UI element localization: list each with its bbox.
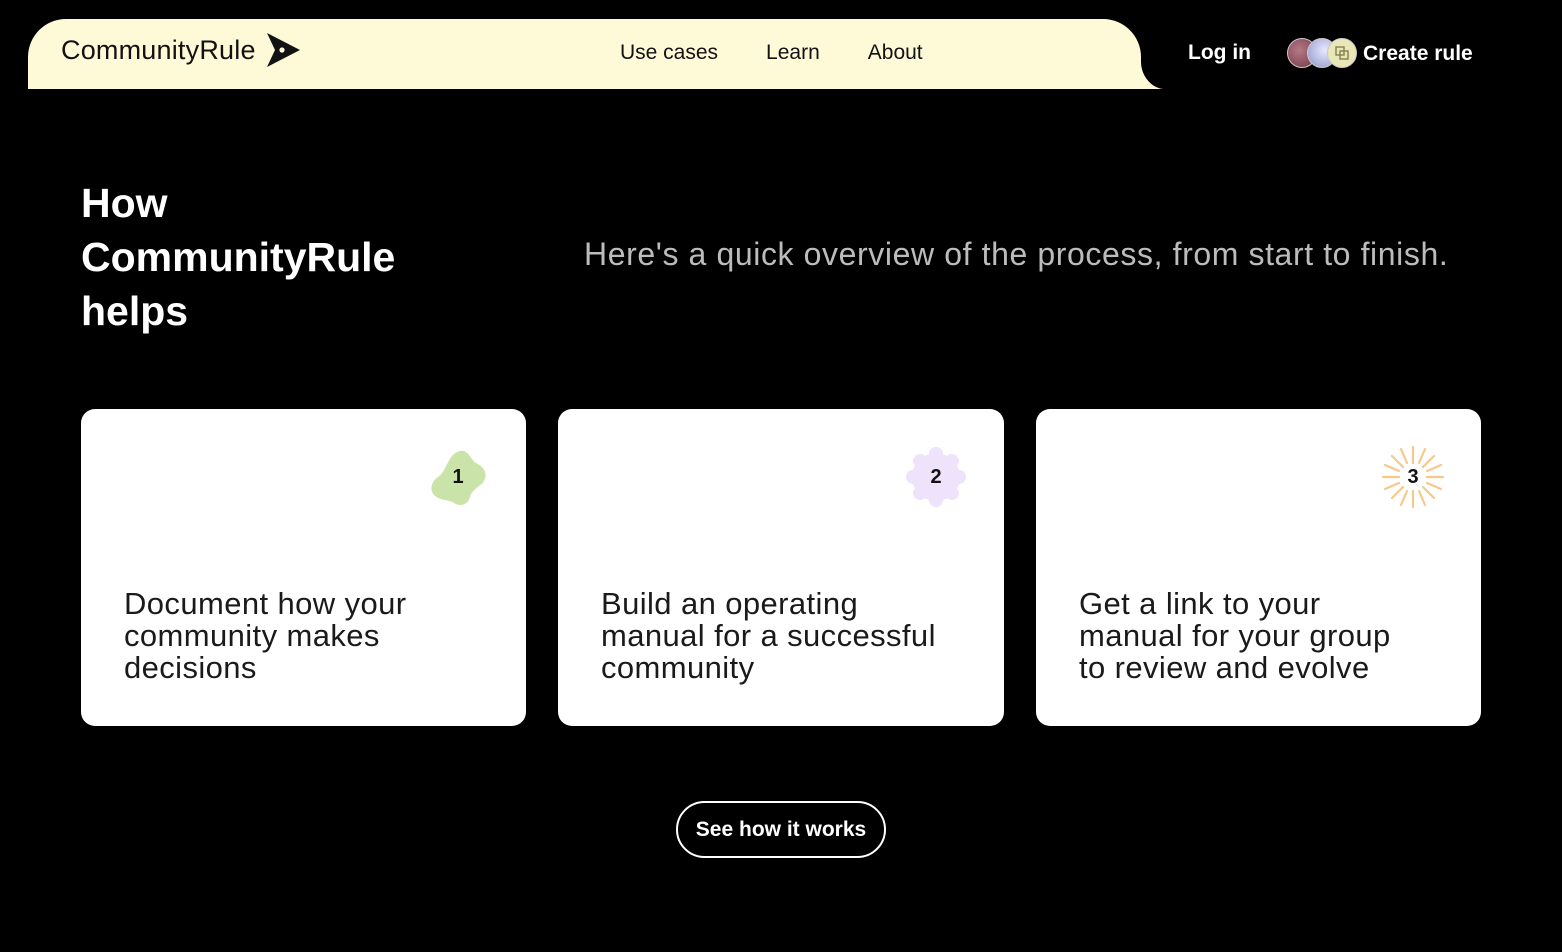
step-number: 2 xyxy=(930,465,942,488)
create-rule-button[interactable]: Create rule xyxy=(1287,37,1473,71)
step-number-badge: 2 xyxy=(904,445,968,509)
page: CommunityRule Use cases Learn About Log … xyxy=(0,0,1562,952)
avatar-group xyxy=(1287,37,1359,71)
logo-arrow-icon xyxy=(265,32,301,68)
step-description: Build an operating manual for a successf… xyxy=(601,586,936,685)
step-number-badge: 1 xyxy=(426,445,490,509)
step-card: 1 Document how your community makes deci… xyxy=(81,409,526,726)
see-how-it-works-button[interactable]: See how it works xyxy=(676,801,886,858)
step-card: 2 Build an operating manual for a succes… xyxy=(558,409,1004,726)
step-description: Get a link to your manual for your group… xyxy=(1079,586,1391,685)
avatar xyxy=(1327,38,1357,68)
main-nav: Use cases Learn About xyxy=(620,41,923,65)
logo[interactable]: CommunityRule xyxy=(61,32,301,68)
step-number: 3 xyxy=(1407,465,1419,488)
step-number: 1 xyxy=(452,465,464,488)
nav-use-cases-link[interactable]: Use cases xyxy=(620,41,718,65)
nav-learn-link[interactable]: Learn xyxy=(766,41,820,65)
nav-bar-corner xyxy=(1138,62,1165,89)
page-subtitle: Here's a quick overview of the process, … xyxy=(584,236,1449,272)
page-title: How CommunityRule helps xyxy=(81,180,396,334)
login-link[interactable]: Log in xyxy=(1188,41,1251,65)
create-rule-label: Create rule xyxy=(1363,42,1473,65)
step-number-badge: 3 xyxy=(1381,445,1445,509)
step-description: Document how your community makes decisi… xyxy=(124,586,407,685)
nav-about-link[interactable]: About xyxy=(868,41,923,65)
step-card: 3 Get a link to your manual for your gro… xyxy=(1036,409,1481,726)
logo-text: CommunityRule xyxy=(61,34,256,65)
